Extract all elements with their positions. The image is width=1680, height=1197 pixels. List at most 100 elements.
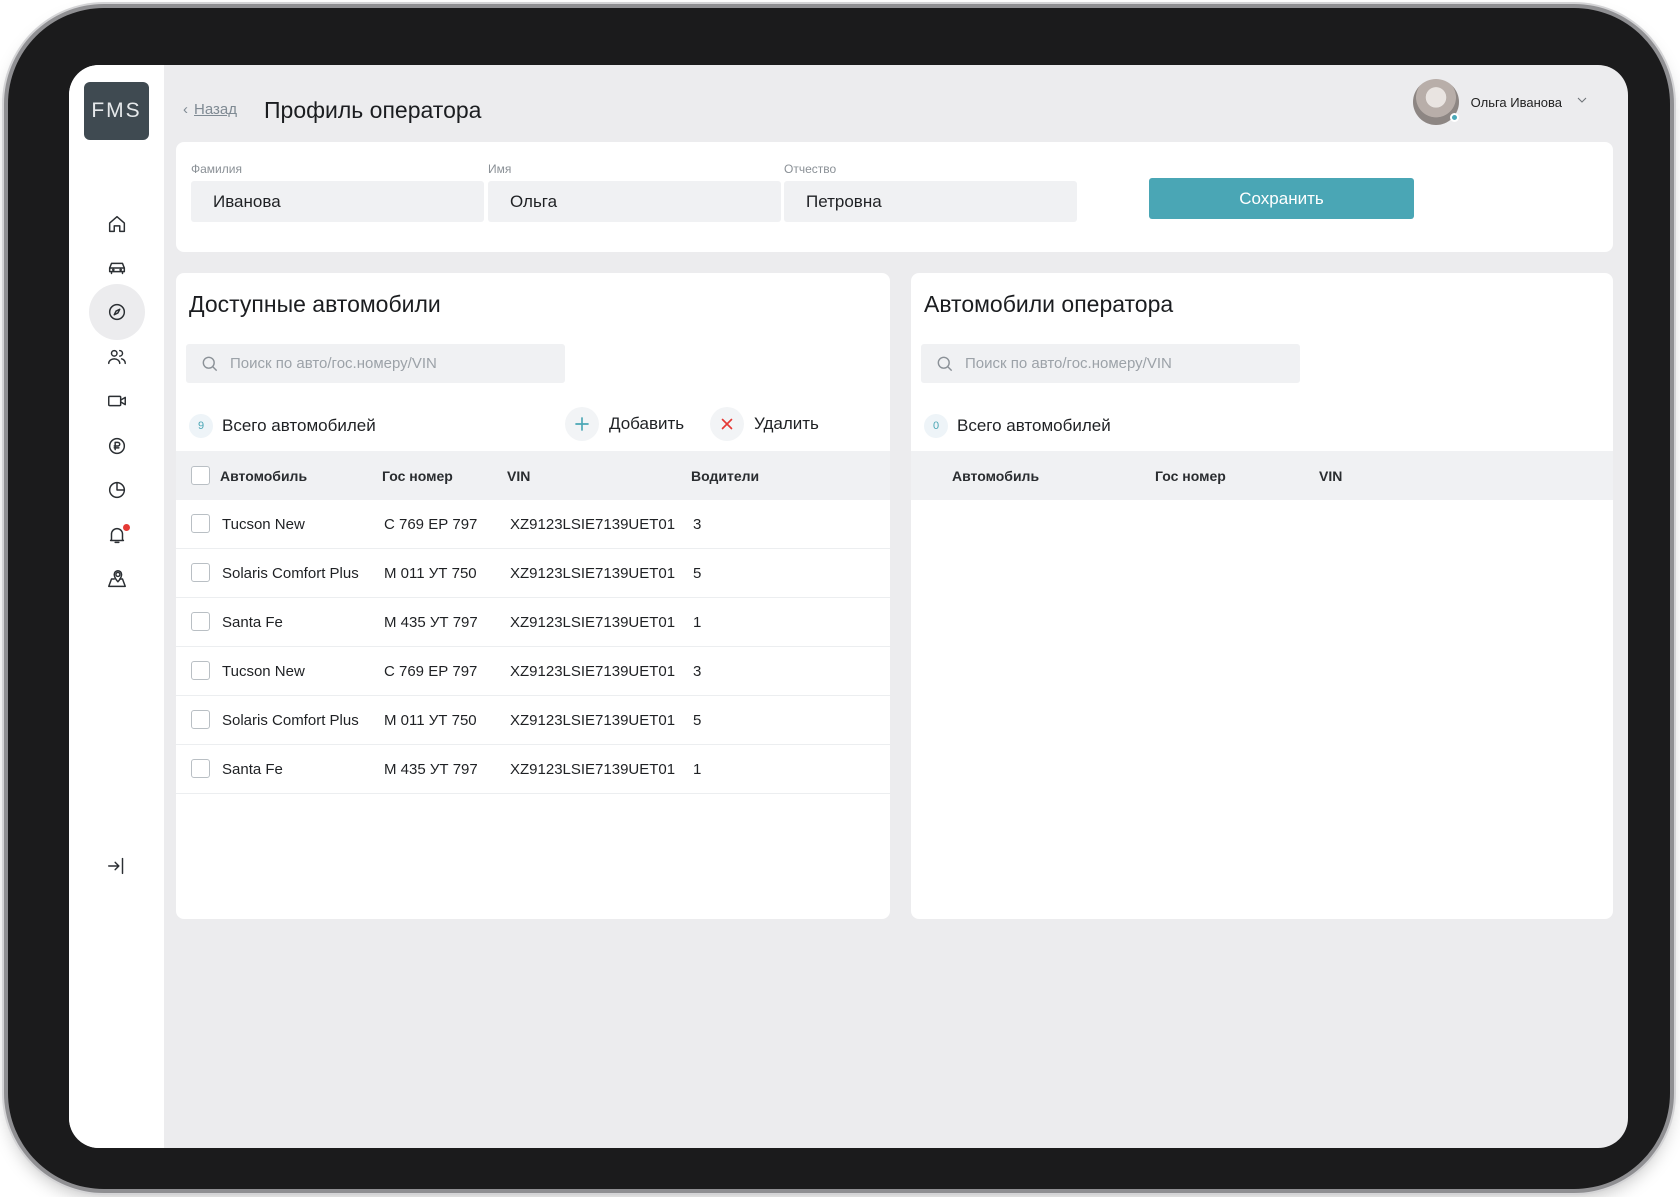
cell-plate: М 435 УТ 797 [384, 614, 478, 631]
user-name: Ольга Иванова [1470, 94, 1562, 110]
map-pin-icon[interactable] [89, 557, 145, 601]
cell-vin: XZ9123LSIE7139UET01 [510, 761, 676, 778]
operator-cars-title: Автомобили оператора [924, 291, 1174, 317]
row-checkbox[interactable] [191, 563, 210, 582]
cell-car: Tucson New [222, 516, 305, 533]
search-icon [937, 356, 953, 371]
pie-chart-icon[interactable] [89, 468, 145, 512]
surname-input[interactable] [191, 181, 484, 222]
available-total: 9 Всего автомобилей [189, 414, 376, 438]
available-count-badge: 9 [189, 414, 213, 438]
table-row[interactable]: Tucson New С 769 ЕР 797 XZ9123LSIE7139UE… [176, 647, 890, 696]
column-plate[interactable]: Гос номер [1155, 468, 1226, 484]
cell-vin: XZ9123LSIE7139UET01 [510, 663, 676, 680]
online-status-dot [1449, 113, 1459, 122]
cell-plate: М 435 УТ 797 [384, 761, 478, 778]
operator-total-label: Всего автомобилей [957, 416, 1111, 435]
available-table-body: Tucson New С 769 ЕР 797 XZ9123LSIE7139UE… [176, 500, 890, 794]
select-all-checkbox[interactable] [191, 466, 210, 485]
add-label: Добавить [609, 414, 685, 433]
column-car[interactable]: Автомобиль [952, 468, 1039, 484]
available-cars-panel: Доступные автомобили 9 Всего автомобилей… [176, 273, 890, 919]
avatar [1412, 79, 1459, 125]
surname-label: Фамилия [191, 162, 242, 176]
patronymic-field: Отчество [784, 162, 1077, 222]
cell-drivers: 3 [693, 663, 702, 680]
back-label: Назад [194, 101, 237, 118]
operator-cars-panel: Автомобили оператора 0 Всего автомобилей… [911, 273, 1613, 919]
notification-dot [123, 524, 130, 531]
compass-icon[interactable] [89, 284, 145, 340]
bell-icon[interactable] [89, 513, 145, 557]
cell-drivers: 5 [693, 712, 702, 729]
cell-car: Santa Fe [222, 761, 283, 778]
available-search-input[interactable] [230, 355, 550, 372]
row-checkbox[interactable] [191, 612, 210, 631]
cell-vin: XZ9123LSIE7139UET01 [510, 712, 676, 729]
table-row[interactable]: Solaris Comfort Plus М 011 УТ 750 XZ9123… [176, 549, 890, 598]
cell-car: Tucson New [222, 663, 305, 680]
cell-drivers: 3 [693, 516, 702, 533]
row-checkbox[interactable] [191, 661, 210, 680]
cell-drivers: 1 [693, 614, 702, 631]
cell-car: Solaris Comfort Plus [222, 565, 359, 582]
user-menu[interactable]: Ольга Иванова [1412, 79, 1590, 125]
column-plate[interactable]: Гос номер [382, 468, 453, 484]
sidebar: FMS [69, 65, 164, 1148]
table-row[interactable]: Santa Fe М 435 УТ 797 XZ9123LSIE7139UET0… [176, 745, 890, 794]
row-checkbox[interactable] [191, 759, 210, 778]
plus-icon [565, 407, 599, 441]
device-frame: FMS ‹ Назад Профиль оператора Ольга Иван… [8, 8, 1670, 1189]
row-checkbox[interactable] [191, 710, 210, 729]
cell-vin: XZ9123LSIE7139UET01 [510, 614, 676, 631]
cell-car: Solaris Comfort Plus [222, 712, 359, 729]
table-row[interactable]: Tucson New С 769 ЕР 797 XZ9123LSIE7139UE… [176, 500, 890, 549]
app-logo[interactable]: FMS [84, 82, 149, 140]
cell-drivers: 5 [693, 565, 702, 582]
available-total-label: Всего автомобилей [222, 416, 376, 435]
page-title: Профиль оператора [264, 97, 482, 123]
app-screen: FMS ‹ Назад Профиль оператора Ольга Иван… [69, 65, 1628, 1148]
video-icon[interactable] [89, 379, 145, 423]
logout-icon[interactable] [89, 844, 145, 888]
delete-button[interactable]: Удалить [710, 407, 819, 441]
back-link[interactable]: ‹ Назад [183, 101, 237, 118]
cell-plate: С 769 ЕР 797 [384, 516, 478, 533]
users-icon[interactable] [89, 335, 145, 379]
available-search[interactable] [186, 344, 565, 383]
add-button[interactable]: Добавить [565, 407, 684, 441]
cell-plate: С 769 ЕР 797 [384, 663, 478, 680]
cell-plate: М 011 УТ 750 [384, 712, 477, 729]
save-button[interactable]: Сохранить [1149, 178, 1414, 219]
patronymic-input[interactable] [784, 181, 1077, 222]
operator-total: 0 Всего автомобилей [924, 414, 1111, 438]
operator-table-header: Автомобиль Гос номер VIN [911, 451, 1613, 500]
search-icon [202, 356, 218, 371]
close-icon [710, 407, 744, 441]
cell-car: Santa Fe [222, 614, 283, 631]
available-cars-title: Доступные автомобили [189, 291, 441, 317]
delete-label: Удалить [754, 414, 819, 433]
row-checkbox[interactable] [191, 514, 210, 533]
patronymic-label: Отчество [784, 162, 837, 176]
profile-form: Фамилия Имя Отчество Сохранить [176, 142, 1613, 252]
cell-plate: М 011 УТ 750 [384, 565, 477, 582]
cell-vin: XZ9123LSIE7139UET01 [510, 565, 676, 582]
column-vin[interactable]: VIN [507, 468, 530, 484]
column-car[interactable]: Автомобиль [220, 468, 307, 484]
name-input[interactable] [488, 181, 781, 222]
column-vin[interactable]: VIN [1319, 468, 1342, 484]
table-row[interactable]: Santa Fe М 435 УТ 797 XZ9123LSIE7139UET0… [176, 598, 890, 647]
column-drivers[interactable]: Водители [691, 468, 759, 484]
operator-count-badge: 0 [924, 414, 948, 438]
chevron-down-icon [1574, 92, 1590, 113]
name-label: Имя [488, 162, 512, 176]
name-field: Имя [488, 162, 781, 222]
table-row[interactable]: Solaris Comfort Plus М 011 УТ 750 XZ9123… [176, 696, 890, 745]
operator-search-input[interactable] [965, 355, 1285, 372]
ruble-icon[interactable] [89, 424, 145, 468]
cell-vin: XZ9123LSIE7139UET01 [510, 516, 676, 533]
operator-search[interactable] [921, 344, 1300, 383]
available-table-header: Автомобиль Гос номер VIN Водители [176, 451, 890, 500]
home-icon[interactable] [89, 202, 145, 246]
